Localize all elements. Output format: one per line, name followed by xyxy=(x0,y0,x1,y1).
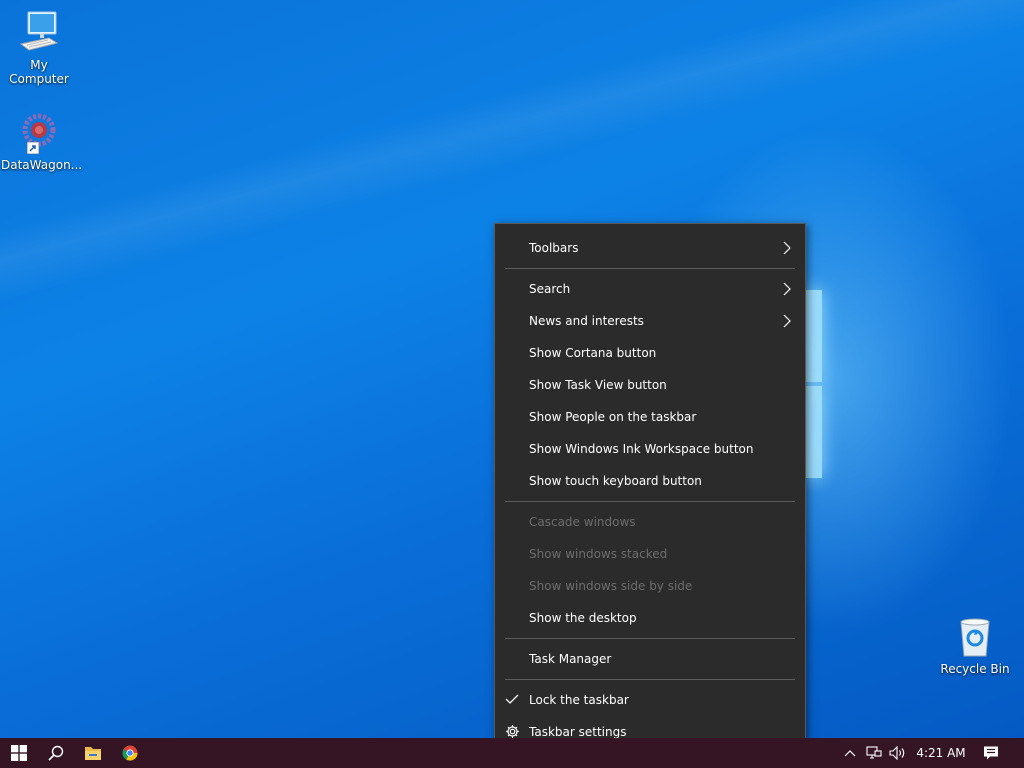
desktop-icon-recycle-bin[interactable]: Recycle Bin xyxy=(937,612,1013,676)
desktop-icon-datawagon[interactable]: DataWagon... xyxy=(1,108,83,172)
search-icon xyxy=(47,745,63,761)
menu-item-show-windows-stacked: Show windows stacked xyxy=(495,538,805,570)
menu-item-label: News and interests xyxy=(529,314,644,328)
menu-separator xyxy=(505,638,795,639)
recycle-bin-icon xyxy=(951,612,999,660)
menu-separator xyxy=(505,268,795,269)
menu-separator xyxy=(505,501,795,502)
taskbar-clock[interactable]: 4:21 AM xyxy=(912,738,970,768)
desktop-icon-label: Recycle Bin xyxy=(940,662,1010,676)
windows-logo-wallpaper xyxy=(806,290,822,480)
menu-item-label: Show the desktop xyxy=(529,611,637,625)
chevron-up-icon xyxy=(844,750,856,757)
datawagon-app-icon xyxy=(15,108,63,156)
chrome-button[interactable] xyxy=(111,738,148,768)
network-button[interactable] xyxy=(862,738,886,768)
menu-item-label: Search xyxy=(529,282,571,296)
desktop-icon-label: My Computer xyxy=(9,58,69,86)
menu-item-label: Cascade windows xyxy=(529,515,636,529)
menu-item-lock-the-taskbar[interactable]: Lock the taskbar xyxy=(495,684,805,716)
menu-item-show-cortana-button[interactable]: Show Cortana button xyxy=(495,337,805,369)
menu-item-label: Toolbars xyxy=(529,241,579,255)
network-icon xyxy=(866,746,882,759)
show-hidden-icons-button[interactable] xyxy=(838,738,862,768)
computer-icon xyxy=(15,8,63,56)
menu-item-cascade-windows: Cascade windows xyxy=(495,506,805,538)
menu-item-label: Show touch keyboard button xyxy=(529,474,702,488)
menu-item-show-windows-ink[interactable]: Show Windows Ink Workspace button xyxy=(495,433,805,465)
menu-item-label: Show Windows Ink Workspace button xyxy=(529,442,754,456)
chevron-right-icon xyxy=(783,273,795,305)
menu-item-label: Show Task View button xyxy=(529,378,667,392)
volume-button[interactable] xyxy=(886,738,910,768)
menu-item-label: Show Cortana button xyxy=(529,346,657,360)
shortcut-arrow-icon xyxy=(27,142,39,154)
menu-item-show-windows-side-by-side: Show windows side by side xyxy=(495,570,805,602)
chevron-right-icon xyxy=(783,305,795,337)
menu-item-label: Lock the taskbar xyxy=(529,693,629,707)
menu-item-news-and-interests[interactable]: News and interests xyxy=(495,305,805,337)
volume-icon xyxy=(889,746,905,760)
menu-item-label: Show People on the taskbar xyxy=(529,410,697,424)
file-explorer-button[interactable] xyxy=(74,738,111,768)
search-button[interactable] xyxy=(37,738,74,768)
start-button[interactable] xyxy=(0,738,37,768)
chrome-icon xyxy=(121,745,137,761)
taskbar-context-menu: Toolbars Search News and interests Show … xyxy=(494,223,806,756)
chevron-right-icon xyxy=(783,232,795,264)
action-center-icon xyxy=(984,746,998,760)
menu-item-label: Show windows stacked xyxy=(529,547,668,561)
menu-item-search[interactable]: Search xyxy=(495,273,805,305)
taskbar[interactable]: 4:21 AM xyxy=(0,738,1024,768)
menu-item-task-manager[interactable]: Task Manager xyxy=(495,643,805,675)
action-center-button[interactable] xyxy=(979,738,1003,768)
menu-item-show-people[interactable]: Show People on the taskbar xyxy=(495,401,805,433)
file-explorer-icon xyxy=(84,747,101,760)
checkmark-icon xyxy=(505,684,521,716)
menu-item-label: Show windows side by side xyxy=(529,579,693,593)
desktop-icon-label: DataWagon... xyxy=(1,158,83,172)
menu-item-toolbars[interactable]: Toolbars xyxy=(495,232,805,264)
menu-item-label: Taskbar settings xyxy=(529,725,627,739)
menu-separator xyxy=(505,679,795,680)
menu-item-show-touch-keyboard[interactable]: Show touch keyboard button xyxy=(495,465,805,497)
menu-item-show-the-desktop[interactable]: Show the desktop xyxy=(495,602,805,634)
menu-item-show-task-view-button[interactable]: Show Task View button xyxy=(495,369,805,401)
start-windows-icon xyxy=(10,745,27,761)
menu-item-label: Task Manager xyxy=(529,652,612,666)
desktop-icon-my-computer[interactable]: My Computer xyxy=(1,8,77,86)
